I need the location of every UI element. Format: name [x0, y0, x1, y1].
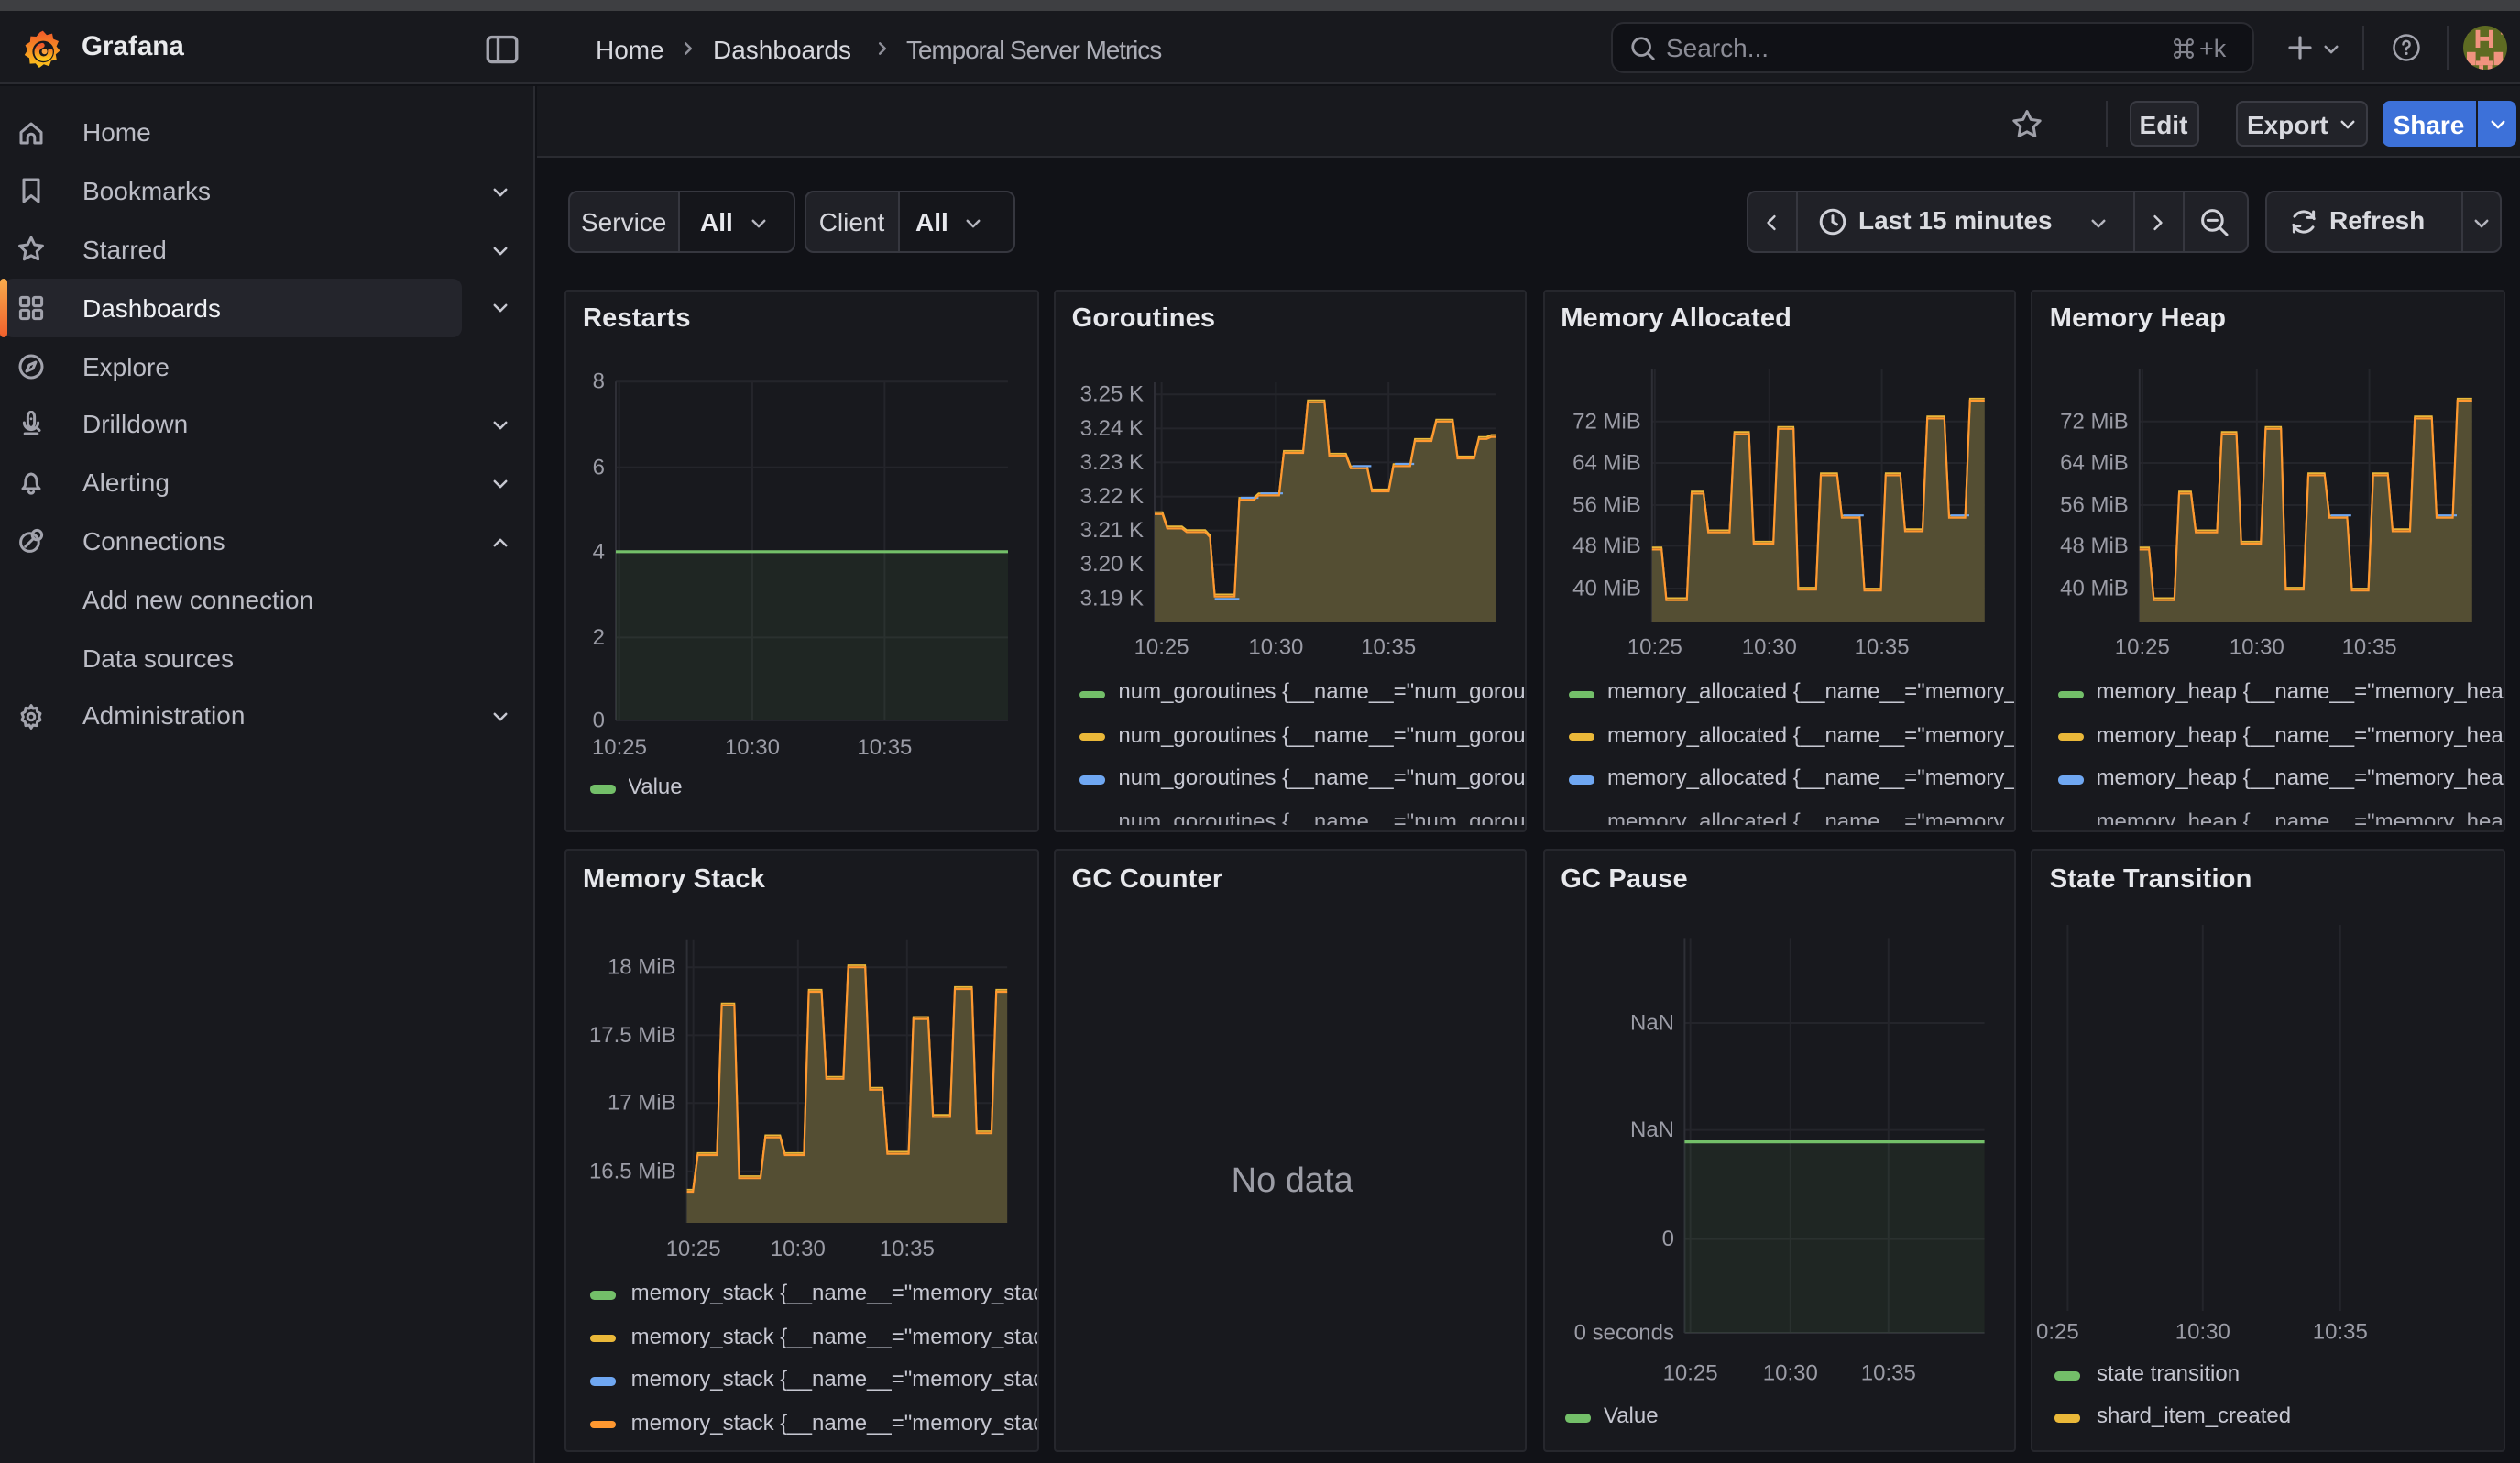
svg-text:56 MiB: 56 MiB	[2061, 492, 2130, 517]
svg-text:2: 2	[593, 624, 605, 649]
svg-text:10:35: 10:35	[1361, 633, 1416, 658]
svg-text:10:35: 10:35	[1860, 1360, 1915, 1385]
svg-text:48 MiB: 48 MiB	[2061, 533, 2130, 557]
svg-text:18 MiB: 18 MiB	[608, 955, 676, 980]
svg-text:64 MiB: 64 MiB	[2061, 450, 2130, 475]
svg-text:40 MiB: 40 MiB	[1572, 575, 1640, 600]
svg-text:10:30: 10:30	[2176, 1319, 2231, 1344]
svg-text:10:30: 10:30	[1762, 1360, 1817, 1385]
svg-text:10:30: 10:30	[2230, 633, 2285, 658]
svg-text:8: 8	[593, 368, 605, 393]
svg-text:10:30: 10:30	[771, 1237, 826, 1261]
svg-text:72 MiB: 72 MiB	[1572, 408, 1640, 433]
svg-text:16.5 MiB: 16.5 MiB	[589, 1159, 676, 1183]
svg-text:64 MiB: 64 MiB	[1572, 450, 1640, 475]
svg-text:3.22 K: 3.22 K	[1079, 483, 1143, 508]
svg-text:10:30: 10:30	[1741, 633, 1796, 658]
svg-text:48 MiB: 48 MiB	[1572, 533, 1640, 557]
svg-text:17.5 MiB: 17.5 MiB	[589, 1023, 676, 1048]
svg-text:3.25 K: 3.25 K	[1079, 381, 1143, 406]
svg-text:10:25: 10:25	[1134, 633, 1189, 658]
svg-text:56 MiB: 56 MiB	[1572, 492, 1640, 517]
svg-text:10:25: 10:25	[592, 734, 647, 759]
svg-text:10:25: 10:25	[1662, 1360, 1717, 1385]
svg-text:3.24 K: 3.24 K	[1079, 415, 1143, 440]
svg-text:10:25: 10:25	[2116, 633, 2171, 658]
svg-text:NaN: NaN	[1629, 1117, 1673, 1142]
svg-text:4: 4	[593, 538, 605, 563]
svg-text:0: 0	[1661, 1226, 1673, 1251]
svg-text:10:25: 10:25	[666, 1237, 721, 1261]
svg-text:10:35: 10:35	[2342, 633, 2397, 658]
svg-text:10:35: 10:35	[880, 1237, 935, 1261]
svg-text:3.19 K: 3.19 K	[1079, 585, 1143, 610]
svg-text:3.23 K: 3.23 K	[1079, 449, 1143, 474]
svg-text:40 MiB: 40 MiB	[2061, 575, 2130, 600]
svg-text:17 MiB: 17 MiB	[608, 1091, 676, 1116]
svg-text:NaN: NaN	[1629, 1011, 1673, 1036]
svg-text:0 seconds: 0 seconds	[1573, 1320, 1673, 1345]
svg-text:10:30: 10:30	[1248, 633, 1303, 658]
svg-text:6: 6	[593, 454, 605, 478]
svg-text:10:35: 10:35	[857, 734, 912, 759]
svg-text:10:35: 10:35	[2314, 1319, 2369, 1344]
svg-text:3.20 K: 3.20 K	[1079, 551, 1143, 576]
svg-text:10:35: 10:35	[1854, 633, 1909, 658]
svg-text:72 MiB: 72 MiB	[2061, 408, 2130, 433]
svg-text:0:25: 0:25	[2037, 1319, 2080, 1344]
svg-text:10:25: 10:25	[1627, 633, 1682, 658]
svg-text:0: 0	[593, 707, 605, 732]
svg-text:10:30: 10:30	[725, 734, 780, 759]
svg-text:3.21 K: 3.21 K	[1079, 517, 1143, 542]
